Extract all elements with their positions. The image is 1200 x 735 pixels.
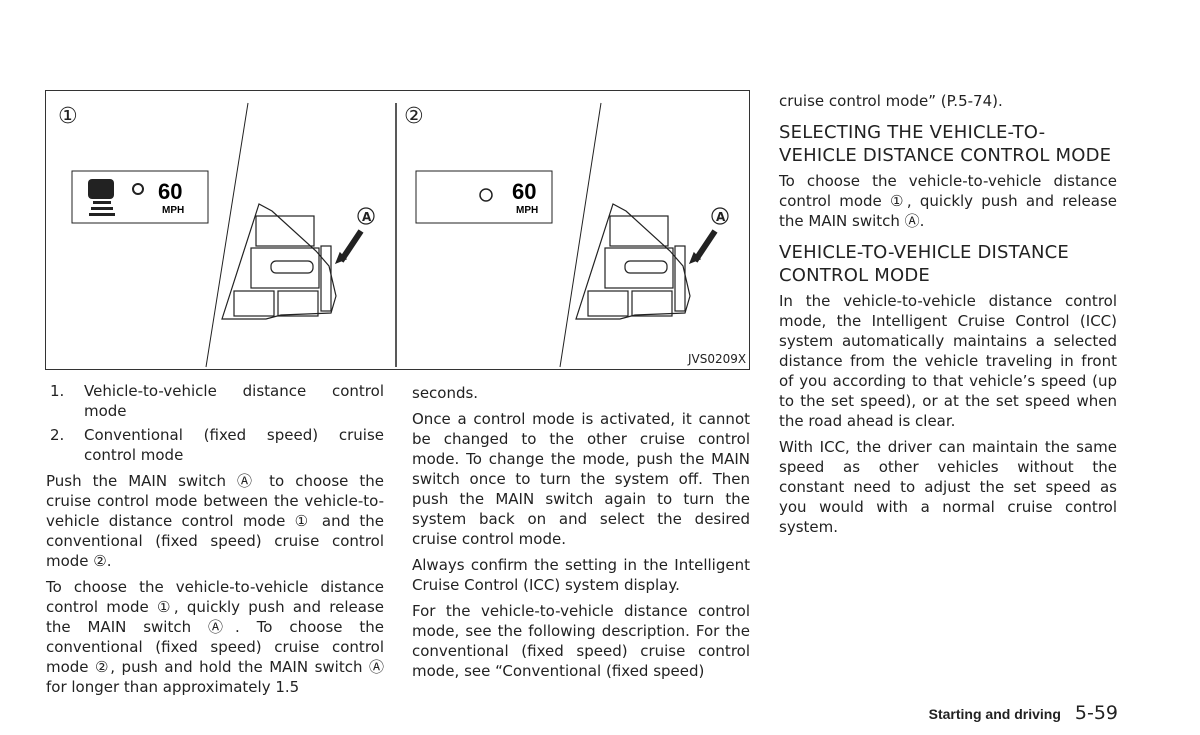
panel-2-label: ② <box>404 104 424 129</box>
steering-switch-1: A <box>221 203 375 320</box>
list-item: 2. Conventional (fixed speed) cruise cont… <box>50 426 384 464</box>
column-1: 1. Vehicle-to-vehicle distance control mo… <box>46 381 384 703</box>
paragraph: For the vehicle-to-vehicle distance cont… <box>412 602 750 680</box>
steering-switch-2: A <box>575 203 729 320</box>
paragraph: seconds. <box>412 384 479 402</box>
mode-list: 1. Vehicle-to-vehicle distance control mo… <box>46 381 384 465</box>
speed-value: 60 <box>158 179 182 204</box>
figure-code: JVS0209X <box>687 352 746 366</box>
panel-1-label: ① <box>58 104 78 129</box>
column-3: cruise control mode” (P.5-74). SELECTING… <box>779 91 1117 543</box>
page-number: 5-59 <box>1074 702 1118 724</box>
display-panel-1: 60 MPH <box>71 170 209 224</box>
display-panel-2: 60 MPH <box>415 170 553 224</box>
column-2: seconds. Once a control mode is activate… <box>412 383 750 687</box>
paragraph: Push the MAIN switch Ⓐ to choose the cru… <box>46 472 384 570</box>
paragraph: Always confirm the setting in the Intell… <box>412 556 750 594</box>
speed-value: 60 <box>512 179 536 204</box>
paragraph: With ICC, the driver can maintain the sa… <box>779 438 1117 536</box>
speed-unit: MPH <box>162 205 184 216</box>
paragraph: cruise control mode” (P.5-74). <box>779 92 1003 110</box>
list-item: 1. Vehicle-to-vehicle distance control mo… <box>50 382 384 420</box>
paragraph: To choose the vehicle-to-vehicle distanc… <box>779 172 1117 230</box>
section-name: Starting and driving <box>928 706 1061 722</box>
page-footer: Starting and driving 5-59 <box>929 702 1118 724</box>
speed-unit: MPH <box>516 205 538 216</box>
callout-a: A <box>362 210 372 224</box>
paragraph: In the vehicle-to-vehicle distance contr… <box>779 292 1117 430</box>
section-heading: VEHICLE-TO-VEHICLE DISTANCE CONTROL MODE <box>779 242 1069 286</box>
section-heading: SELECTING THE VEHICLE-TO-VEHICLE DISTANC… <box>779 122 1112 166</box>
paragraph: Once a control mode is activated, it can… <box>412 410 750 548</box>
cruise-control-figure: 60 MPH 60 MPH A A ① ② JVS0209X <box>45 90 750 370</box>
figure-illustration: 60 MPH 60 MPH A A ① ② JVS0209X <box>58 102 746 368</box>
paragraph: To choose the vehicle-to-vehicle distanc… <box>46 578 384 696</box>
callout-a: A <box>716 210 726 224</box>
